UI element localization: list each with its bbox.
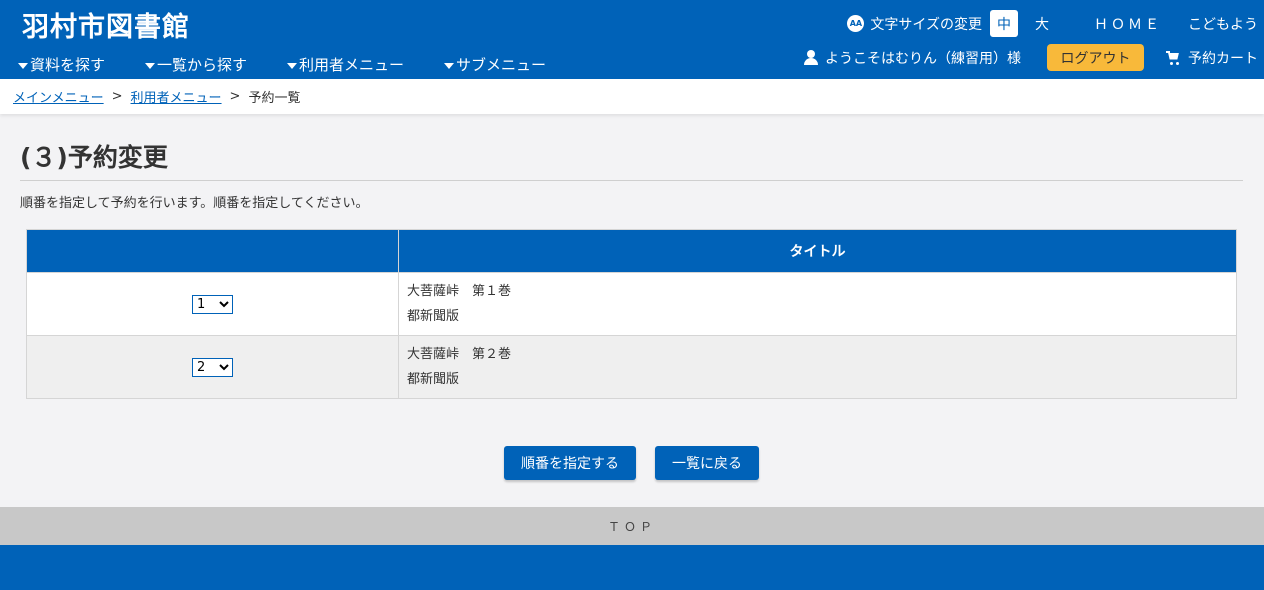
nav-user-menu[interactable]: 利用者メニュー [287,54,404,75]
font-size-medium-button[interactable]: 中 [990,10,1018,37]
utility-links: AA 文字サイズの変更 中 大 ＨＯＭＥ こどもよう [847,10,1258,37]
caret-down-icon [287,62,298,69]
order-cell: 1 [26,272,399,336]
title-divider [20,180,1243,181]
nav-sub-menu[interactable]: サブメニュー [444,54,546,75]
specify-order-button[interactable]: 順番を指定する [504,446,636,480]
action-buttons: 順番を指定する 一覧に戻る [504,446,759,480]
table-header-row: タイトル [26,229,1237,273]
order-cell: 2 [26,335,399,399]
main-nav: 資料を探す 一覧から探す 利用者メニュー サブメニュー [18,54,546,75]
book-publisher: 都新聞版 [407,309,460,324]
home-link[interactable]: ＨＯＭＥ [1094,14,1162,34]
breadcrumb-current: 予約一覧 [248,91,301,106]
breadcrumb-separator: > [229,89,241,104]
nav-browse-lists[interactable]: 一覧から探す [145,54,247,75]
table-row: 2 大菩薩峠 第２巻 都新聞版 [26,335,1237,399]
page-title: (３)予約変更 [20,143,168,172]
welcome-text: ようこそはむりん（練習用）様 [825,50,1021,67]
breadcrumb-user-menu[interactable]: 利用者メニュー [131,87,222,106]
back-to-list-button[interactable]: 一覧に戻る [655,446,759,480]
caret-down-icon [145,62,156,69]
header-order [26,229,399,273]
title-cell: 大菩薩峠 第２巻 都新聞版 [398,335,1237,399]
breadcrumb-main-menu[interactable]: メインメニュー [13,87,104,106]
nav-label: 利用者メニュー [299,56,405,74]
order-select[interactable]: 2 [192,357,233,377]
order-select[interactable]: 1 [192,294,233,314]
cart-link[interactable]: 予約カート [1188,48,1258,68]
user-icon [803,49,819,66]
caret-down-icon [18,62,28,69]
title-cell: 大菩薩峠 第１巻 都新聞版 [398,272,1237,336]
site-header: 羽村市図書館 資料を探す 一覧から探す 利用者メニュー サブメニュー AA 文字… [0,0,1264,79]
breadcrumb-separator: > [111,89,123,104]
nav-label: 一覧から探す [157,56,248,74]
page-top-link[interactable]: ＴＯＰ [0,507,1264,545]
kids-link[interactable]: こどもよう [1188,14,1258,34]
site-footer [0,545,1264,590]
cart-icon[interactable] [1166,50,1180,65]
book-title: 大菩薩峠 第２巻 [407,347,512,362]
page-description: 順番を指定して予約を行います。順番を指定してください。 [20,196,369,211]
nav-label: サブメニュー [456,56,547,74]
book-title: 大菩薩峠 第１巻 [407,284,512,299]
nav-label: 資料を探す [30,56,106,74]
user-bar: ようこそはむりん（練習用）様 ログアウト 予約カート [803,44,1258,71]
table-row: 1 大菩薩峠 第１巻 都新聞版 [26,272,1237,336]
breadcrumb: メインメニュー > 利用者メニュー > 予約一覧 [0,79,1264,114]
book-publisher: 都新聞版 [407,372,460,387]
font-size-large-button[interactable]: 大 [1028,10,1056,37]
header-title: タイトル [398,229,1237,273]
site-title[interactable]: 羽村市図書館 [22,5,190,44]
caret-down-icon [444,62,455,69]
reservation-table: タイトル 1 大菩薩峠 第１巻 都新聞版 2 大菩薩峠 第２巻 都新聞版 [26,229,1237,399]
font-size-label: 文字サイズの変更 [870,16,982,33]
logout-button[interactable]: ログアウト [1047,44,1144,71]
nav-search-materials[interactable]: 資料を探す [18,54,105,75]
font-size-icon: AA [847,15,865,32]
